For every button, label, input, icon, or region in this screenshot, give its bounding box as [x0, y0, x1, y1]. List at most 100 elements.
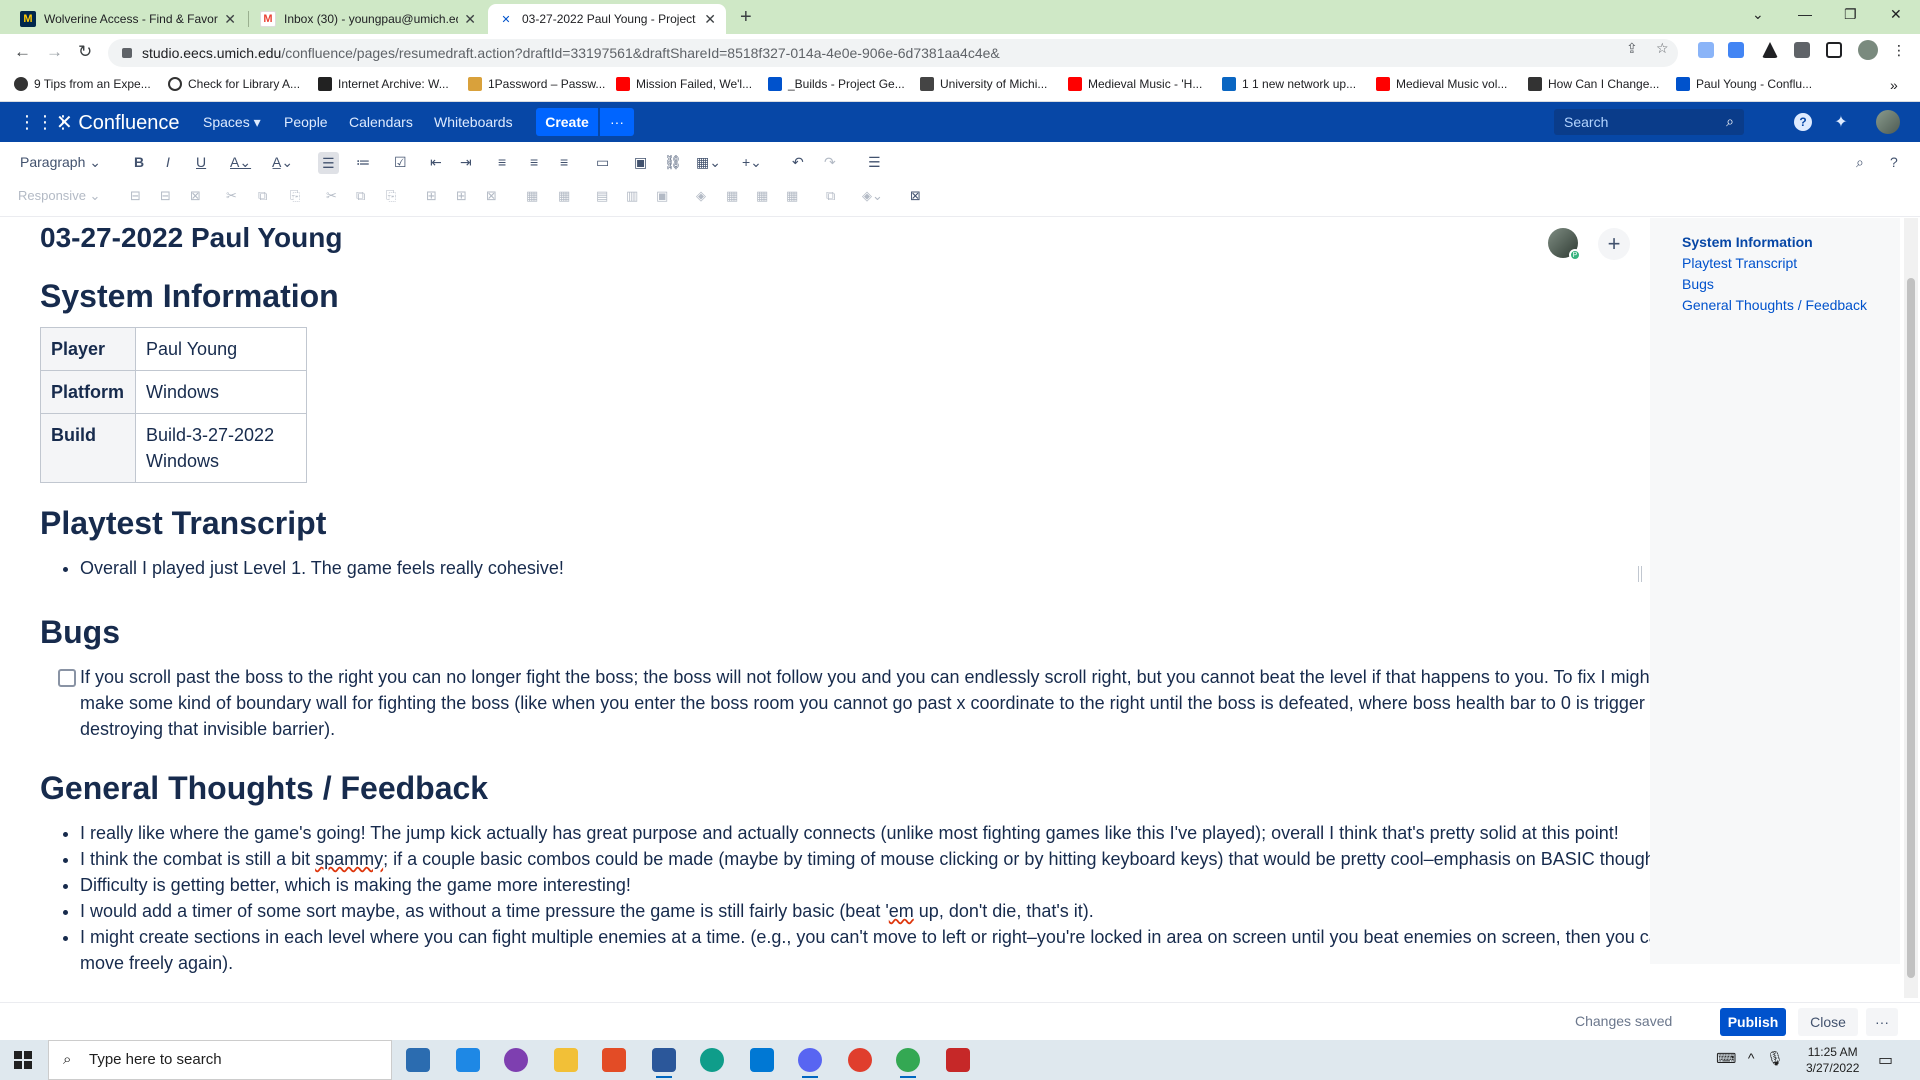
extension-icon[interactable]	[1728, 42, 1744, 58]
puzzle-icon[interactable]	[1794, 42, 1810, 58]
list-item[interactable]: I might create sections in each level wh…	[80, 924, 1675, 976]
discord-icon[interactable]	[798, 1048, 822, 1078]
insert-more-icon[interactable]: +⌄	[742, 154, 762, 171]
paragraph-style-select[interactable]: Paragraph ⌄	[20, 154, 101, 171]
bookmark-item[interactable]: University of Michi...	[920, 77, 1047, 91]
heading-general-thoughts[interactable]: General Thoughts / Feedback	[40, 770, 488, 807]
link-icon[interactable]: ⛓	[664, 154, 682, 171]
nav-people[interactable]: People	[284, 114, 328, 130]
table-header-cell[interactable]: Platform	[40, 370, 136, 414]
tray-expand-icon[interactable]: ^	[1748, 1050, 1755, 1066]
resize-handle[interactable]	[1638, 566, 1642, 582]
find-replace-icon[interactable]: ⌕	[1856, 154, 1864, 171]
numbered-list-icon[interactable]: ≔	[356, 154, 370, 171]
taskbar-clock[interactable]: 11:25 AM 3/27/2022	[1806, 1044, 1859, 1076]
table-remove-row-icon[interactable]: ⊠	[190, 188, 201, 204]
table-highlight-icon[interactable]: ◈	[696, 188, 706, 204]
app-icon[interactable]	[848, 1048, 872, 1072]
toc-item-general-thoughts[interactable]: General Thoughts / Feedback	[1682, 295, 1900, 316]
table-column-before-icon[interactable]: ⊞	[426, 188, 437, 204]
sidepanel-icon[interactable]	[1826, 42, 1842, 58]
table-split-icon[interactable]: ▦	[558, 188, 570, 204]
url-input[interactable]: studio.eecs.umich.edu /confluence/pages/…	[108, 39, 1678, 67]
text-color-icon[interactable]: A⌄	[230, 154, 251, 171]
table-numbering-icon[interactable]: ▣	[656, 188, 668, 204]
table-icon[interactable]: ▦⌄	[696, 154, 721, 171]
toc-item-system-information[interactable]: System Information	[1682, 232, 1900, 253]
close-tab-icon[interactable]: ✕	[224, 11, 236, 28]
toc-item-playtest-transcript[interactable]: Playtest Transcript	[1682, 253, 1900, 274]
new-tab-icon[interactable]: +	[740, 6, 752, 29]
heading-playtest-transcript[interactable]: Playtest Transcript	[40, 505, 326, 542]
bookmark-item[interactable]: 1Password – Passw...	[468, 77, 605, 91]
table-cut-column-icon[interactable]: ✂	[326, 188, 337, 204]
file-explorer-icon[interactable]	[554, 1048, 578, 1072]
task-item[interactable]: If you scroll past the boss to the right…	[58, 664, 1673, 742]
help-icon[interactable]: ?	[1890, 154, 1898, 170]
windows-start-icon[interactable]	[14, 1051, 32, 1069]
taskbar-search-input[interactable]: ⌕ Type here to search	[48, 1040, 392, 1080]
table-cell-color-icon[interactable]: ◈⌄	[862, 188, 883, 204]
tab-gmail-inbox[interactable]: M Inbox (30) - youngpau@umich.edu ✕	[250, 4, 486, 34]
publish-button[interactable]: Publish	[1720, 1008, 1786, 1036]
store-icon[interactable]	[406, 1048, 430, 1072]
extension-icon[interactable]	[1762, 42, 1778, 58]
chrome-icon[interactable]	[896, 1048, 920, 1078]
table-cut-row-icon[interactable]: ✂	[226, 188, 237, 204]
table-responsive-select[interactable]: Responsive ⌄	[18, 188, 100, 204]
bookmark-item[interactable]: 1 1 new network up...	[1222, 77, 1356, 91]
nav-calendars[interactable]: Calendars	[349, 114, 413, 130]
collaborator-avatar[interactable]: P	[1548, 228, 1581, 261]
table-chart-icon[interactable]: ▦	[786, 188, 798, 204]
heading-bugs[interactable]: Bugs	[40, 614, 120, 651]
office-icon[interactable]	[602, 1048, 626, 1072]
list-item[interactable]: Difficulty is getting better, which is m…	[80, 872, 1675, 898]
align-left-icon[interactable]: ≡	[498, 154, 506, 170]
table-cell[interactable]: Paul Young	[135, 327, 307, 371]
create-button[interactable]: Create	[536, 108, 598, 136]
table-row-above-icon[interactable]: ⊟	[130, 188, 141, 204]
back-icon[interactable]: ←	[14, 42, 31, 62]
toc-item-bugs[interactable]: Bugs	[1682, 274, 1900, 295]
help-icon[interactable]: ?	[1794, 113, 1812, 131]
edge-icon[interactable]	[700, 1048, 724, 1072]
close-tab-icon[interactable]: ✕	[704, 11, 716, 28]
align-right-icon[interactable]: ≡	[560, 154, 568, 170]
bookmark-item[interactable]: Paul Young - Conflu...	[1676, 77, 1812, 91]
task-list-icon[interactable]: ☑	[394, 154, 407, 171]
bookmark-item[interactable]: Mission Failed, We'l...	[616, 77, 752, 91]
table-header-cell[interactable]: Build	[40, 413, 136, 483]
text-format-icon[interactable]: A̲⌄	[272, 154, 293, 171]
table-copy-icon[interactable]: ⧉	[826, 188, 835, 204]
profile-avatar[interactable]	[1858, 40, 1878, 60]
bookmark-item[interactable]: Internet Archive: W...	[318, 77, 449, 91]
reload-icon[interactable]: ↻	[78, 42, 92, 62]
tab-wolverine-access[interactable]: M Wolverine Access - Find & Favorites ✕	[10, 4, 246, 34]
more-bookmarks-icon[interactable]: »	[1890, 77, 1898, 93]
table-merge-icon[interactable]: ▦	[526, 188, 538, 204]
list-item[interactable]: I would add a timer of some sort maybe, …	[80, 898, 1675, 924]
word-icon[interactable]	[652, 1048, 676, 1078]
task-checkbox[interactable]	[58, 669, 76, 687]
bookmark-item[interactable]: Medieval Music vol...	[1376, 77, 1507, 91]
list-item[interactable]: I really like where the game's going! Th…	[80, 820, 1675, 846]
share-icon[interactable]: ⇪	[1626, 40, 1638, 57]
chrome-menu-icon[interactable]: ⋮	[1892, 42, 1906, 59]
table-delete-icon[interactable]: ⊠	[910, 188, 921, 204]
table-row-below-icon[interactable]: ⊟	[160, 188, 171, 204]
create-more-button[interactable]: ···	[600, 108, 634, 136]
close-button[interactable]: Close	[1798, 1008, 1858, 1036]
page-scrollbar[interactable]	[1904, 218, 1918, 998]
table-column-after-icon[interactable]: ⊞	[456, 188, 467, 204]
bookmark-item[interactable]: Medieval Music - 'H...	[1068, 77, 1202, 91]
align-center-icon[interactable]: ≡	[530, 154, 538, 170]
window-close-icon[interactable]: ✕	[1890, 6, 1902, 23]
microphone-icon[interactable]: 🎙	[1766, 1050, 1784, 1066]
minimize-icon[interactable]: —	[1798, 6, 1812, 22]
page-layout-icon[interactable]: ☰	[868, 154, 881, 171]
nav-whiteboards[interactable]: Whiteboards	[434, 114, 513, 130]
list-item[interactable]: Overall I played just Level 1. The game …	[80, 555, 1680, 581]
bullet-list-icon[interactable]: ☰	[318, 152, 339, 174]
table-chart-icon[interactable]: ▦	[756, 188, 768, 204]
bookmark-item[interactable]: 9 Tips from an Expe...	[14, 77, 151, 91]
